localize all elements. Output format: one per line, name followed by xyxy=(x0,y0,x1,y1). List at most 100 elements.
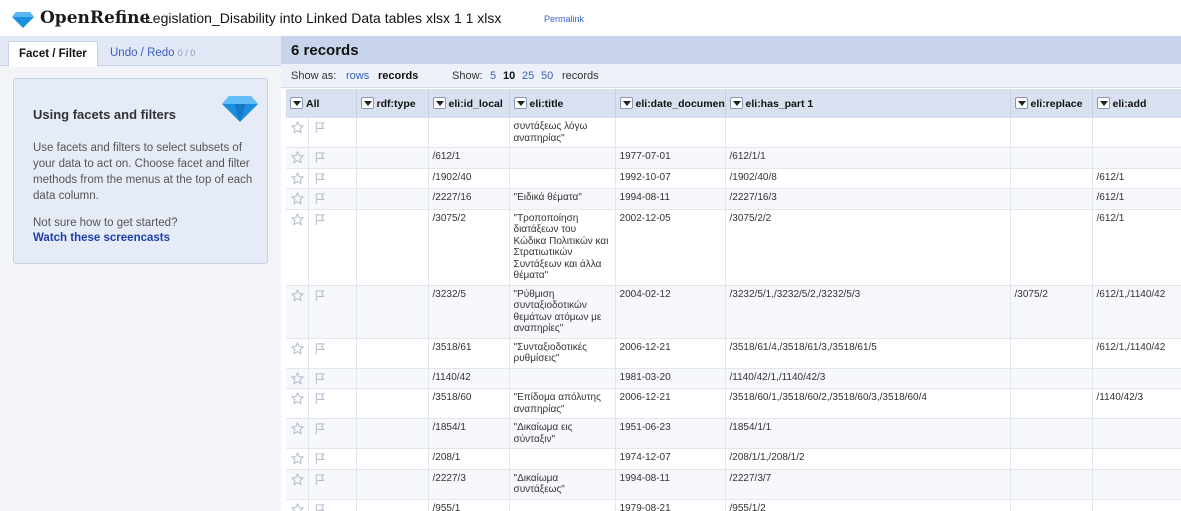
column-header-title[interactable]: eli:title xyxy=(509,89,616,118)
cell-replace[interactable] xyxy=(1010,188,1093,210)
flag-cell[interactable] xyxy=(308,209,357,286)
dropdown-arrow-icon[interactable] xyxy=(1096,97,1110,109)
star-cell[interactable] xyxy=(286,118,309,148)
star-icon[interactable] xyxy=(291,422,304,435)
star-icon[interactable] xyxy=(291,452,304,465)
cell-title[interactable] xyxy=(509,499,616,511)
column-header-date-document[interactable]: eli:date_document xyxy=(615,89,726,118)
cell-date-document[interactable]: 1977-07-01 xyxy=(615,147,726,169)
cell-rdf-type[interactable] xyxy=(356,499,429,511)
star-cell[interactable] xyxy=(286,388,309,419)
cell-title[interactable]: "Ρύθμιση συνταξιοδοτικών θεμάτων ατόμων … xyxy=(509,285,616,339)
flag-cell[interactable] xyxy=(308,168,357,189)
flag-cell[interactable] xyxy=(308,418,357,449)
cell-has-part[interactable]: /3518/60/1,/3518/60/2,/3518/60/3,/3518/6… xyxy=(725,388,1011,419)
flag-cell[interactable] xyxy=(308,469,357,500)
flag-icon[interactable] xyxy=(314,213,326,226)
cell-has-part[interactable]: /2227/16/3 xyxy=(725,188,1011,210)
app-name[interactable]: OpenRefine xyxy=(40,8,150,28)
cell-replace[interactable] xyxy=(1010,168,1093,189)
cell-replace[interactable] xyxy=(1010,147,1093,169)
cell-replace[interactable] xyxy=(1010,388,1093,419)
cell-add[interactable] xyxy=(1092,147,1181,169)
cell-replace[interactable] xyxy=(1010,469,1093,500)
flag-cell[interactable] xyxy=(308,118,357,148)
cell-date-document[interactable]: 2004-02-12 xyxy=(615,285,726,339)
star-icon[interactable] xyxy=(291,502,304,511)
permalink-link[interactable]: Permalink xyxy=(544,14,584,24)
dropdown-arrow-icon[interactable] xyxy=(290,97,303,109)
flag-cell[interactable] xyxy=(308,499,357,511)
cell-rdf-type[interactable] xyxy=(356,209,429,286)
flag-cell[interactable] xyxy=(308,285,357,339)
cell-rdf-type[interactable] xyxy=(356,338,429,369)
cell-title[interactable]: "Συνταξιοδοτικές ρυθμίσεις" xyxy=(509,338,616,369)
cell-has-part[interactable]: /3518/61/4,/3518/61/3,/3518/61/5 xyxy=(725,338,1011,369)
cell-date-document[interactable]: 2006-12-21 xyxy=(615,338,726,369)
cell-title[interactable]: "Επίδομα απόλυτης αναπηρίας" xyxy=(509,388,616,419)
cell-rdf-type[interactable] xyxy=(356,469,429,500)
project-name[interactable]: Legislation_Disability into Linked Data … xyxy=(145,10,501,26)
star-icon[interactable] xyxy=(291,151,304,164)
flag-cell[interactable] xyxy=(308,368,357,389)
cell-add[interactable] xyxy=(1092,418,1181,449)
star-icon[interactable] xyxy=(291,371,304,385)
cell-add[interactable] xyxy=(1092,368,1181,389)
cell-add[interactable] xyxy=(1092,118,1181,148)
flag-icon[interactable] xyxy=(314,151,326,164)
cell-has-part[interactable]: /1140/42/1,/1140/42/3 xyxy=(725,368,1011,389)
page-size-50[interactable]: 50 xyxy=(541,70,553,82)
star-icon[interactable] xyxy=(291,192,304,205)
column-header-id-local[interactable]: eli:id_local xyxy=(428,89,510,118)
flag-icon[interactable] xyxy=(314,503,326,511)
flag-icon[interactable] xyxy=(314,452,326,465)
cell-add[interactable]: /612/1 xyxy=(1092,168,1181,189)
cell-date-document[interactable]: 1979-08-21 xyxy=(615,499,726,511)
cell-add[interactable] xyxy=(1092,499,1181,511)
flag-cell[interactable] xyxy=(308,147,357,169)
cell-date-document[interactable]: 2006-12-21 xyxy=(615,388,726,419)
star-icon[interactable] xyxy=(291,472,304,486)
cell-title[interactable] xyxy=(509,147,616,169)
cell-replace[interactable] xyxy=(1010,338,1093,369)
cell-id-local[interactable]: /2227/3 xyxy=(428,469,510,500)
cell-title[interactable]: "Δικαίωμα εις σύνταξιν" xyxy=(509,418,616,449)
cell-date-document[interactable]: 1974-12-07 xyxy=(615,448,726,470)
flag-icon[interactable] xyxy=(314,473,326,486)
cell-date-document[interactable]: 1994-08-11 xyxy=(615,469,726,500)
flag-icon[interactable] xyxy=(314,172,326,185)
star-cell[interactable] xyxy=(286,188,309,210)
cell-rdf-type[interactable] xyxy=(356,418,429,449)
cell-has-part[interactable]: /955/1/2 xyxy=(725,499,1011,511)
cell-replace[interactable] xyxy=(1010,368,1093,389)
dropdown-arrow-icon[interactable] xyxy=(729,97,743,109)
cell-replace[interactable] xyxy=(1010,118,1093,148)
cell-date-document[interactable]: 1992-10-07 xyxy=(615,168,726,189)
star-icon[interactable] xyxy=(291,212,304,226)
flag-icon[interactable] xyxy=(314,372,326,385)
dropdown-arrow-icon[interactable] xyxy=(1014,97,1028,109)
cell-add[interactable]: /1140/42/3 xyxy=(1092,388,1181,419)
column-header-rdf-type[interactable]: rdf:type xyxy=(356,89,429,118)
flag-cell[interactable] xyxy=(308,448,357,470)
cell-add[interactable]: /612/1 xyxy=(1092,209,1181,286)
cell-add[interactable] xyxy=(1092,448,1181,470)
cell-id-local[interactable] xyxy=(428,118,510,148)
mode-records-selected[interactable]: records xyxy=(378,70,418,82)
cell-id-local[interactable]: /3075/2 xyxy=(428,209,510,286)
cell-replace[interactable] xyxy=(1010,499,1093,511)
cell-has-part[interactable] xyxy=(725,118,1011,148)
cell-has-part[interactable]: /3232/5/1,/3232/5/2,/3232/5/3 xyxy=(725,285,1011,339)
mode-rows-link[interactable]: rows xyxy=(346,70,369,82)
cell-rdf-type[interactable] xyxy=(356,118,429,148)
cell-rdf-type[interactable] xyxy=(356,285,429,339)
cell-title[interactable] xyxy=(509,168,616,189)
star-cell[interactable] xyxy=(286,368,309,389)
cell-id-local[interactable]: /612/1 xyxy=(428,147,510,169)
star-cell[interactable] xyxy=(286,448,309,470)
dropdown-arrow-icon[interactable] xyxy=(513,97,527,109)
cell-add[interactable] xyxy=(1092,469,1181,500)
cell-date-document[interactable]: 1994-08-11 xyxy=(615,188,726,210)
cell-id-local[interactable]: /1854/1 xyxy=(428,418,510,449)
cell-id-local[interactable]: /2227/16 xyxy=(428,188,510,210)
